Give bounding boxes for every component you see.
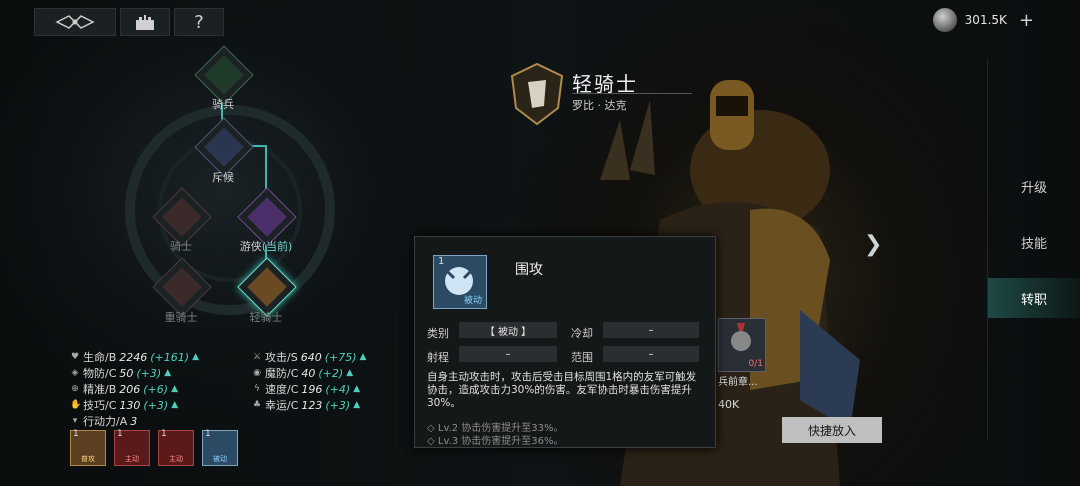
stat-luck: ♣ 幸运/C 123 (+3) ▲ (252, 398, 361, 413)
skill-title: 围攻 (515, 262, 543, 278)
area-label: 范围 (571, 351, 593, 364)
back-emblem-button[interactable] (34, 8, 116, 36)
type-value: 【 被动 】 (459, 322, 557, 338)
class-crest-icon (510, 62, 564, 126)
stat-spd: ϟ 速度/C 196 (+4) ▲ (252, 381, 360, 397)
stat-skill: ✋ 技巧/C 130 (+3) ▲ (70, 398, 179, 413)
skill-level-3: ◇ Lv.3 协击伤害提升至36%。 (427, 436, 564, 447)
help-label: ? (194, 11, 204, 33)
stat-move: ▾ 行动力/A 3 (70, 413, 138, 429)
tree-label-heavy-knight: 重骑士 (164, 311, 198, 324)
side-tabs: 升级 技能 转职 (987, 60, 1080, 440)
tree-label-light-knight: 轻骑士 (249, 311, 283, 324)
castle-icon (136, 15, 154, 30)
up-arrow-icon: ▲ (359, 352, 367, 362)
skill-icon: 1 被动 (433, 255, 487, 309)
type-label: 类别 (427, 327, 449, 340)
hero-divider (572, 93, 692, 94)
stat-atk: ⚔ 攻击/S 640 (+75) ▲ (252, 350, 367, 365)
next-hero-arrow-icon[interactable]: ❯ (864, 232, 882, 257)
item-card[interactable]: 0/1 (718, 318, 766, 372)
area-value: – (603, 346, 699, 362)
heart-icon: ♥ (70, 352, 80, 362)
clover-icon: ♣ (252, 400, 262, 410)
up-arrow-icon: ▲ (164, 368, 172, 378)
cooldown-value: – (603, 322, 699, 338)
ranger-name: 游侠 (239, 240, 262, 253)
tree-label-ranger: 游侠(当前) (226, 238, 306, 254)
range-value: – (459, 346, 557, 362)
tree-label-knight: 骑士 (170, 240, 192, 253)
stat-mdef: ◉ 魔防/C 40 (+2) ▲ (253, 366, 354, 381)
tree-label-cavalry: 骑兵 (212, 98, 234, 111)
emblem-icon (55, 15, 95, 29)
currency-display: 301.5K + (932, 8, 1034, 32)
hero-name: 罗比 · 达克 (572, 99, 627, 112)
tree-label-scout: 斥候 (212, 171, 234, 184)
skill-slot-passive[interactable]: 1 被动 (202, 429, 238, 466)
swords-icon: ⚔ (252, 352, 262, 362)
up-arrow-icon: ▲ (171, 400, 179, 410)
skill-slot-attack[interactable]: 1 普攻 (70, 429, 106, 466)
tab-skills[interactable]: 技能 (988, 222, 1080, 262)
skill-tooltip: 1 被动 围攻 类别 【 被动 】 冷却 – 射程 – 范围 – 自身主动攻击时… (414, 236, 716, 448)
item-cost: 40K (718, 398, 740, 411)
add-currency-button[interactable]: + (1019, 10, 1034, 31)
quick-add-button[interactable]: 快捷放入 (782, 417, 882, 443)
magic-shield-icon: ◉ (253, 368, 261, 378)
medal-icon (731, 323, 751, 351)
hand-icon: ✋ (70, 400, 82, 410)
item-name: 兵前章... (718, 377, 758, 388)
skill-description: 自身主动攻击时，攻击后受击目标周围1格内的友军可触发协击，造成攻击力30%的伤害… (427, 371, 697, 409)
help-button[interactable]: ? (174, 8, 224, 36)
castle-button[interactable] (120, 8, 170, 36)
stat-pdef: ◈ 物防/C 50 (+3) ▲ (71, 366, 172, 381)
tab-upgrade[interactable]: 升级 (988, 166, 1080, 206)
stat-hp: ♥ 生命/B 2246 (+161) ▲ (70, 350, 199, 365)
currency-amount: 301.5K (964, 13, 1007, 27)
up-arrow-icon: ▲ (353, 400, 361, 410)
tab-transfer[interactable]: 转职 (988, 278, 1080, 318)
boot-icon: ▾ (72, 416, 78, 426)
shield-icon: ◈ (71, 368, 79, 378)
range-label: 射程 (427, 351, 449, 364)
cooldown-label: 冷却 (571, 327, 593, 340)
up-arrow-icon: ▲ (192, 352, 199, 362)
silver-coin-icon (932, 8, 957, 32)
skill-slot-active-2[interactable]: 1 主动 (158, 429, 194, 466)
up-arrow-icon: ▲ (171, 384, 178, 394)
stat-acc: ⊕ 精准/B 206 (+6) ▲ (71, 382, 178, 397)
lightning-icon: ϟ (254, 384, 260, 394)
ranger-current-tag: (当前) (261, 240, 293, 253)
skill-slot-active-1[interactable]: 1 主动 (114, 429, 150, 466)
top-toolbar: ? (34, 8, 224, 36)
up-arrow-icon: ▲ (353, 384, 361, 394)
crosshair-icon: ⊕ (71, 384, 79, 394)
up-arrow-icon: ▲ (346, 368, 354, 378)
